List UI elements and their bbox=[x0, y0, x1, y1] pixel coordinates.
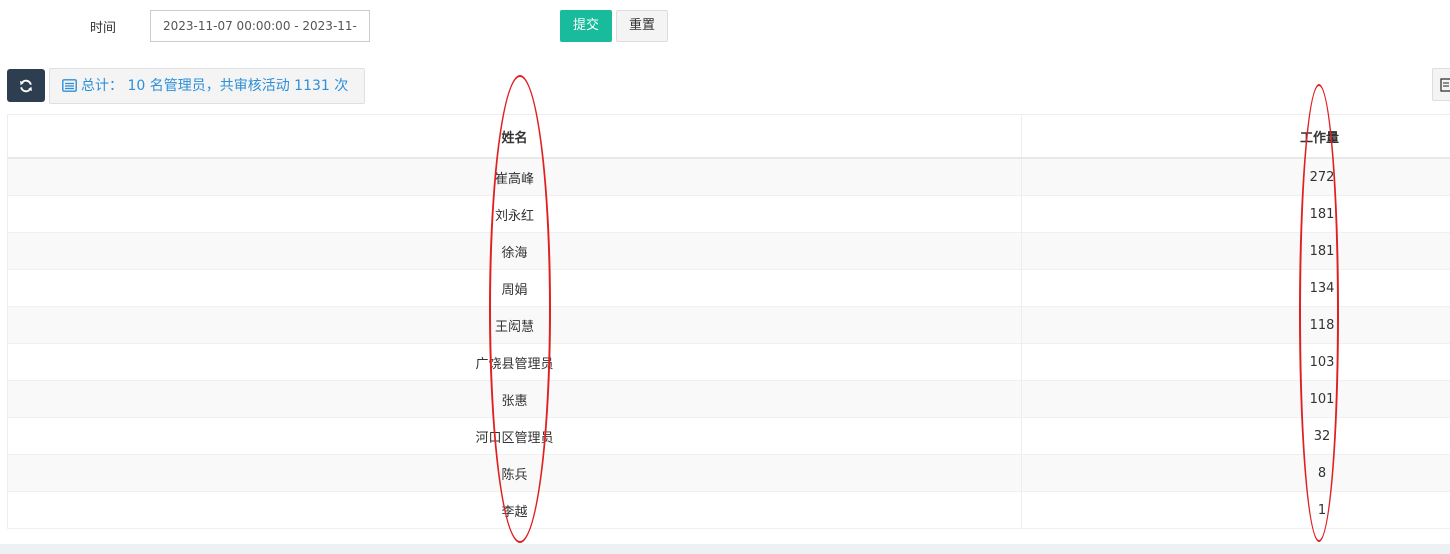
cell-workload: 1 bbox=[1317, 502, 1327, 518]
cell-workload: 103 bbox=[1309, 354, 1335, 370]
cell-workload: 181 bbox=[1309, 243, 1335, 259]
cell-workload: 101 bbox=[1309, 391, 1335, 407]
refresh-button[interactable] bbox=[7, 69, 45, 102]
refresh-icon bbox=[20, 79, 32, 92]
cell-name: 张惠 bbox=[7, 380, 1022, 418]
cell-workload: 134 bbox=[1309, 280, 1335, 296]
export-button[interactable] bbox=[1432, 68, 1450, 101]
cell-name: 刘永红 bbox=[7, 195, 1022, 233]
cell-workload: 181 bbox=[1309, 206, 1335, 222]
table-row: 刘永红 181 bbox=[7, 195, 1450, 233]
table-row: 徐海 181 bbox=[7, 232, 1450, 270]
table-row: 张惠 101 bbox=[7, 380, 1450, 418]
cell-name: 河口区管理员 bbox=[7, 417, 1022, 455]
workload-table: 姓名 工作量 崔高峰 272 刘永红 181 徐海 181 周娟 134 王闳慧… bbox=[7, 115, 1450, 529]
cell-name: 李越 bbox=[7, 491, 1022, 529]
table-header-row: 姓名 工作量 bbox=[7, 115, 1450, 159]
cell-name: 陈兵 bbox=[7, 454, 1022, 492]
list-card-icon bbox=[62, 79, 77, 92]
cell-name: 周娟 bbox=[7, 269, 1022, 307]
table-row: 李越 1 bbox=[7, 491, 1450, 529]
cell-workload: 272 bbox=[1309, 169, 1335, 185]
cell-name: 徐海 bbox=[7, 232, 1022, 270]
cell-workload: 118 bbox=[1309, 317, 1335, 333]
cell-name: 崔高峰 bbox=[7, 158, 1022, 196]
table-row: 王闳慧 118 bbox=[7, 306, 1450, 344]
summary-badge: 总计： 10 名管理员，共审核活动 1131 次 bbox=[49, 68, 365, 104]
cell-workload: 8 bbox=[1317, 465, 1327, 481]
table-row: 崔高峰 272 bbox=[7, 158, 1450, 196]
workload-table-container: 姓名 工作量 崔高峰 272 刘永红 181 徐海 181 周娟 134 王闳慧… bbox=[7, 114, 1450, 529]
cell-name: 王闳慧 bbox=[7, 306, 1022, 344]
table-row: 广饶县管理员 103 bbox=[7, 343, 1450, 381]
cell-name: 广饶县管理员 bbox=[7, 343, 1022, 381]
table-row: 陈兵 8 bbox=[7, 454, 1450, 492]
column-header-workload[interactable]: 工作量 bbox=[1021, 115, 1450, 159]
table-row: 周娟 134 bbox=[7, 269, 1450, 307]
table-row: 河口区管理员 32 bbox=[7, 417, 1450, 455]
bottom-scrollbar-track[interactable] bbox=[0, 544, 1450, 554]
cell-workload: 32 bbox=[1313, 428, 1331, 444]
time-label: 时间 bbox=[90, 21, 117, 36]
time-range-input[interactable] bbox=[150, 10, 370, 42]
column-header-name[interactable]: 姓名 bbox=[7, 115, 1022, 159]
reset-button[interactable]: 重置 bbox=[616, 10, 668, 42]
submit-button[interactable]: 提交 bbox=[560, 10, 612, 42]
page: 时间 提交 重置 总计： 10 名管理员，共审核活动 1131 次 bbox=[0, 0, 1450, 554]
export-icon bbox=[1440, 78, 1450, 92]
summary-text: 总计： 10 名管理员，共审核活动 1131 次 bbox=[81, 78, 349, 94]
